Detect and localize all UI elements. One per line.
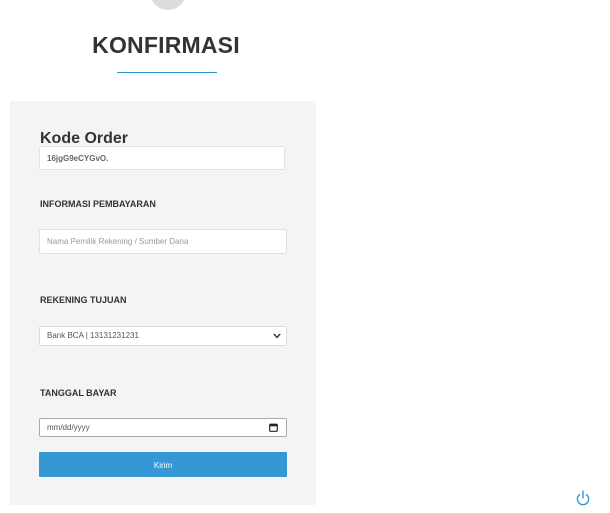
target-account-label: REKENING TUJUAN	[40, 295, 127, 305]
page-title: KONFIRMASI	[92, 32, 240, 58]
target-account-select[interactable]: Bank BCA | 13131231231	[39, 326, 287, 346]
power-icon[interactable]	[574, 489, 592, 507]
chevron-down-icon	[273, 333, 281, 339]
target-account-selected-value: Bank BCA | 13131231231	[47, 331, 139, 340]
calendar-icon[interactable]	[269, 423, 278, 432]
submit-button[interactable]: Kirim	[39, 452, 287, 477]
account-owner-input[interactable]	[39, 229, 287, 254]
payment-date-label: TANGGAL BAYAR	[40, 388, 117, 398]
profile-avatar-partial	[150, 0, 186, 10]
order-code-value: 16jgG9eCYGvO.	[39, 146, 285, 170]
confirmation-form-card: Kode Order 16jgG9eCYGvO. INFORMASI PEMBA…	[10, 101, 316, 505]
title-underline	[117, 72, 217, 73]
page: KONFIRMASI Kode Order 16jgG9eCYGvO. INFO…	[0, 0, 610, 513]
payment-info-label: INFORMASI PEMBAYARAN	[40, 199, 156, 209]
payment-date-input[interactable]: mm/dd/yyyy	[39, 418, 287, 437]
payment-date-value: mm/dd/yyyy	[47, 423, 90, 432]
